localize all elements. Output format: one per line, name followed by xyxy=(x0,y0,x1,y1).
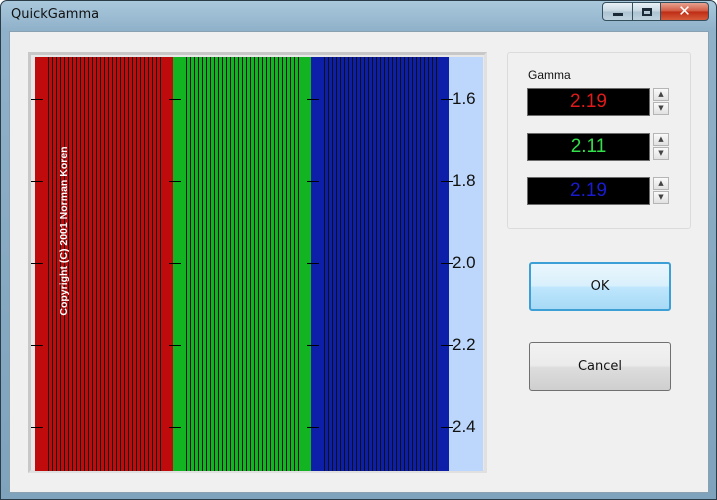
maximize-icon xyxy=(641,7,652,16)
scale-tick-mark xyxy=(169,263,181,264)
cancel-button[interactable]: Cancel xyxy=(529,342,671,391)
red-gamma-band xyxy=(35,57,173,471)
close-icon: ✕ xyxy=(678,2,691,20)
close-button[interactable]: ✕ xyxy=(660,2,709,21)
gamma-scale-label: 1.6 xyxy=(452,89,476,108)
scale-tick-mark xyxy=(307,263,319,264)
scale-tick-mark xyxy=(307,181,319,182)
green-gamma-up-button[interactable]: ▲ xyxy=(653,133,669,146)
scale-tick-mark xyxy=(31,345,43,346)
blue-gamma-field[interactable]: 2.19 xyxy=(527,177,650,205)
chevron-down-icon: ▼ xyxy=(658,149,664,157)
chevron-up-icon: ▲ xyxy=(658,179,664,187)
ok-button[interactable]: OK xyxy=(529,262,671,311)
green-gamma-band xyxy=(173,57,311,471)
scale-tick-mark xyxy=(441,181,453,182)
gamma-scale-label: 2.0 xyxy=(452,253,476,272)
green-gamma-spinner: ▲ ▼ xyxy=(653,133,669,160)
gamma-group: Gamma 2.19 ▲ ▼ 2.11 ▲ ▼ 2.19 ▲ ▼ xyxy=(507,52,691,229)
gamma-label: Gamma xyxy=(528,68,571,82)
chevron-up-icon: ▲ xyxy=(658,90,664,98)
scale-tick-mark xyxy=(31,99,43,100)
scale-tick-mark xyxy=(307,345,319,346)
title-bar[interactable]: QuickGamma ✕ xyxy=(1,1,716,31)
red-gamma-field[interactable]: 2.19 xyxy=(527,88,650,116)
gamma-scale-label: 2.2 xyxy=(452,335,476,354)
blue-gamma-up-button[interactable]: ▲ xyxy=(653,177,669,190)
scale-tick-mark xyxy=(31,427,43,428)
chevron-up-icon: ▲ xyxy=(658,135,664,143)
gamma-scale-label: 2.4 xyxy=(452,417,476,436)
window-title: QuickGamma xyxy=(11,7,100,22)
green-gamma-field[interactable]: 2.11 xyxy=(527,133,650,161)
scale-tick-mark xyxy=(307,99,319,100)
red-gamma-spinner: ▲ ▼ xyxy=(653,88,669,115)
scale-tick-mark xyxy=(441,427,453,428)
chevron-down-icon: ▼ xyxy=(658,104,664,112)
minimize-icon xyxy=(612,13,623,16)
blue-gamma-band xyxy=(311,57,449,471)
quickgamma-window: QuickGamma ✕ 1.6 1.8 2.0 2.2 2.4 Copyright (… xyxy=(0,0,717,500)
green-gamma-down-button[interactable]: ▼ xyxy=(653,147,669,160)
scale-tick-mark xyxy=(169,427,181,428)
scale-tick-mark xyxy=(31,263,43,264)
blue-gamma-down-button[interactable]: ▼ xyxy=(653,191,669,204)
maximize-button[interactable] xyxy=(632,2,661,21)
scale-tick-mark xyxy=(441,263,453,264)
red-gamma-down-button[interactable]: ▼ xyxy=(653,102,669,115)
scale-tick-mark xyxy=(441,345,453,346)
copyright-text: Copyright (C) 2001 Norman Koren xyxy=(58,146,70,316)
scale-tick-mark xyxy=(441,99,453,100)
scale-tick-mark xyxy=(169,345,181,346)
gamma-scale-label: 1.8 xyxy=(452,171,476,190)
scale-tick-mark xyxy=(169,181,181,182)
chevron-down-icon: ▼ xyxy=(658,193,664,201)
blue-gamma-spinner: ▲ ▼ xyxy=(653,177,669,204)
scale-tick-mark xyxy=(307,427,319,428)
scale-tick-mark xyxy=(31,181,43,182)
minimize-button[interactable] xyxy=(602,2,633,21)
gamma-test-chart: 1.6 1.8 2.0 2.2 2.4 Copyright (C) 2001 Norma… xyxy=(28,52,487,473)
scale-tick-mark xyxy=(169,99,181,100)
dialog-client-area: 1.6 1.8 2.0 2.2 2.4 Copyright (C) 2001 Norma… xyxy=(9,31,709,493)
red-gamma-up-button[interactable]: ▲ xyxy=(653,88,669,101)
